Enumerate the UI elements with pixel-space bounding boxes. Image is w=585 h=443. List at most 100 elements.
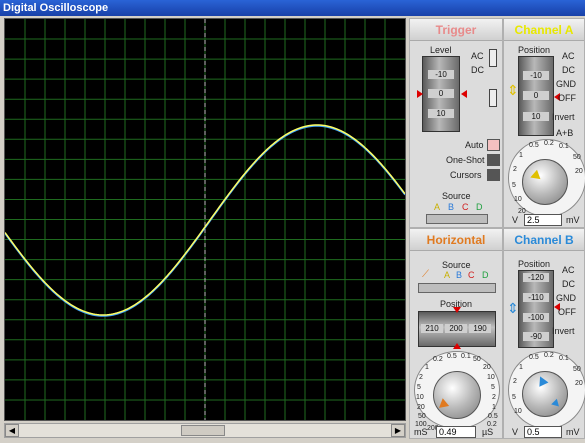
trigger-title: Trigger (410, 19, 502, 41)
horizontal-position-tick: 210 (421, 324, 443, 333)
horizontal-source-label: Source (442, 260, 471, 270)
scroll-right-button[interactable]: ▶ (391, 424, 405, 437)
trigger-section: Trigger Level -10 0 10 AC DC Auto One-Sh… (409, 18, 503, 228)
trigger-coupling-switch[interactable] (489, 49, 497, 67)
channel-a-mode-off[interactable]: OFF (558, 93, 576, 103)
horizontal-position-bottom-marker-icon (453, 343, 461, 349)
channel-b-invert-label: Invert (552, 326, 575, 336)
trigger-source-d: D (476, 202, 483, 212)
horizontal-source-c: C (468, 270, 475, 280)
channel-b-knob-indicator-icon (551, 398, 562, 410)
channel-b-position-arrows-icon: ⇕ (507, 300, 519, 316)
horizontal-dial-mark: 5 (417, 384, 421, 391)
channel-b-position-tick: -120 (523, 273, 549, 282)
channel-b-dial-mark: 1 (519, 364, 523, 371)
channel-a-dial-mark: 10 (514, 196, 522, 203)
horizontal-dial-mark: 0.5 (447, 353, 457, 360)
channel-a-dial-mark: 1 (519, 152, 523, 159)
channel-b-mode-gnd[interactable]: GND (556, 293, 576, 303)
channel-b-mode-ac[interactable]: AC (562, 265, 575, 275)
channel-a-dial-mark: 0.2 (544, 140, 554, 147)
waveform-graph (5, 19, 405, 420)
channel-b-volts-knob[interactable] (522, 371, 568, 417)
channel-a-position-tick: -10 (523, 71, 549, 80)
channel-b-dial-mark: 20 (575, 380, 583, 387)
horizontal-dial-mark: 10 (487, 374, 495, 381)
channel-b-dial-mark: 2 (513, 378, 517, 385)
channel-b-volts-value[interactable]: 0.5 (524, 426, 562, 438)
horizontal-dial-mark: 0.1 (461, 353, 471, 360)
trigger-source-c: C (462, 202, 469, 212)
horizontal-position-top-marker-icon (453, 307, 461, 313)
horizontal-dial-mark: 20 (417, 404, 425, 411)
channel-a-position-wheel[interactable]: -10 0 10 (518, 56, 554, 136)
channel-a-unit-left: V (512, 215, 519, 225)
horizontal-dial-mark: 2 (419, 374, 423, 381)
trigger-source-a: A (434, 202, 441, 212)
trigger-cursors-button[interactable] (487, 169, 500, 181)
channel-a-mode-gnd[interactable]: GND (556, 79, 576, 89)
channel-b-dial-mark: 0.1 (559, 355, 569, 362)
horizontal-dial-mark: 2 (492, 394, 496, 401)
trigger-auto-label: Auto (465, 140, 484, 150)
channel-b-dial-mark: 5 (512, 394, 516, 401)
channel-b-unit-left: V (512, 427, 519, 437)
channel-a-title: Channel A (504, 19, 584, 41)
horizontal-dial-mark: 50 (473, 356, 481, 363)
horizontal-dial-mark: 1 (492, 404, 496, 411)
channel-a-dial-mark: 5 (512, 182, 516, 189)
trigger-level-left-arrow-icon (417, 90, 423, 98)
channel-b-dial-mark: 50 (573, 366, 581, 373)
horizontal-dial-mark: 10 (416, 394, 424, 401)
horizontal-time-value[interactable]: 0.49 (436, 426, 476, 438)
trigger-oneshot-button[interactable] (487, 154, 500, 166)
channel-b-dial-mark: 0.5 (529, 354, 539, 361)
trigger-auto-button[interactable] (487, 139, 500, 151)
channel-a-volts-value[interactable]: 2.5 (524, 214, 562, 226)
channel-a-mode-ac[interactable]: AC (562, 51, 575, 61)
channel-b-position-wheel[interactable]: -120 -110 -100 -90 (518, 270, 554, 348)
channel-b-mode-dc[interactable]: DC (562, 279, 575, 289)
channel-a-unit-right: mV (566, 215, 580, 225)
channel-b-position-label: Position (518, 259, 551, 269)
horizontal-source-d: D (482, 270, 489, 280)
horizontal-position-wheel[interactable]: 210 200 190 (418, 311, 496, 347)
scroll-left-button[interactable]: ◀ (5, 424, 19, 437)
horizontal-title: Horizontal (410, 229, 502, 251)
channel-a-aplusb-label: A+B (556, 128, 574, 138)
channel-b-mode-off[interactable]: OFF (558, 307, 576, 317)
channel-b-knob-pointer-icon (535, 374, 549, 387)
scroll-thumb[interactable] (181, 425, 225, 436)
trigger-dc-label: DC (471, 65, 484, 75)
channel-a-section: Channel A Position -10 0 10 ⇕ AC DC GND … (503, 18, 585, 228)
channel-a-mode-dc[interactable]: DC (562, 65, 575, 75)
channel-b-position-tick: -110 (523, 293, 549, 302)
channel-a-dial-mark: 20 (575, 168, 583, 175)
trigger-source-label: Source (442, 191, 471, 201)
channel-b-dial-mark: 0.2 (544, 352, 554, 359)
horizontal-time-knob[interactable] (433, 371, 481, 419)
trigger-level-right-arrow-icon (461, 90, 467, 98)
trigger-cursors-label: Cursors (450, 170, 482, 180)
trigger-level-wheel[interactable]: -10 0 10 (422, 56, 460, 132)
trigger-source-slider[interactable] (426, 214, 488, 224)
trigger-edge-switch[interactable] (489, 89, 497, 107)
channel-b-section: Channel B Position -120 -110 -100 -90 ⇕ … (503, 228, 585, 439)
trigger-level-label: Level (430, 45, 452, 55)
trigger-level-tick: 0 (428, 89, 454, 98)
trigger-ac-label: AC (471, 51, 484, 61)
horizontal-dial-mark: 1 (425, 364, 429, 371)
horizontal-scrollbar[interactable]: ◀ ▶ (4, 423, 406, 438)
horizontal-dial-mark: 0.2 (433, 356, 443, 363)
channel-b-unit-right: mV (566, 427, 580, 437)
window-title: Digital Oscilloscope (0, 0, 585, 16)
channel-a-invert-label: Invert (552, 112, 575, 122)
oscilloscope-display[interactable] (4, 18, 406, 421)
channel-a-position-label: Position (518, 45, 551, 55)
channel-a-dial-mark: 0.5 (529, 142, 539, 149)
horizontal-position-tick: 200 (445, 324, 467, 333)
channel-a-volts-knob[interactable] (522, 159, 568, 205)
channel-a-dial-mark: 0.1 (559, 143, 569, 150)
horizontal-source-slider[interactable] (418, 283, 496, 293)
horizontal-source-a: A (444, 270, 451, 280)
